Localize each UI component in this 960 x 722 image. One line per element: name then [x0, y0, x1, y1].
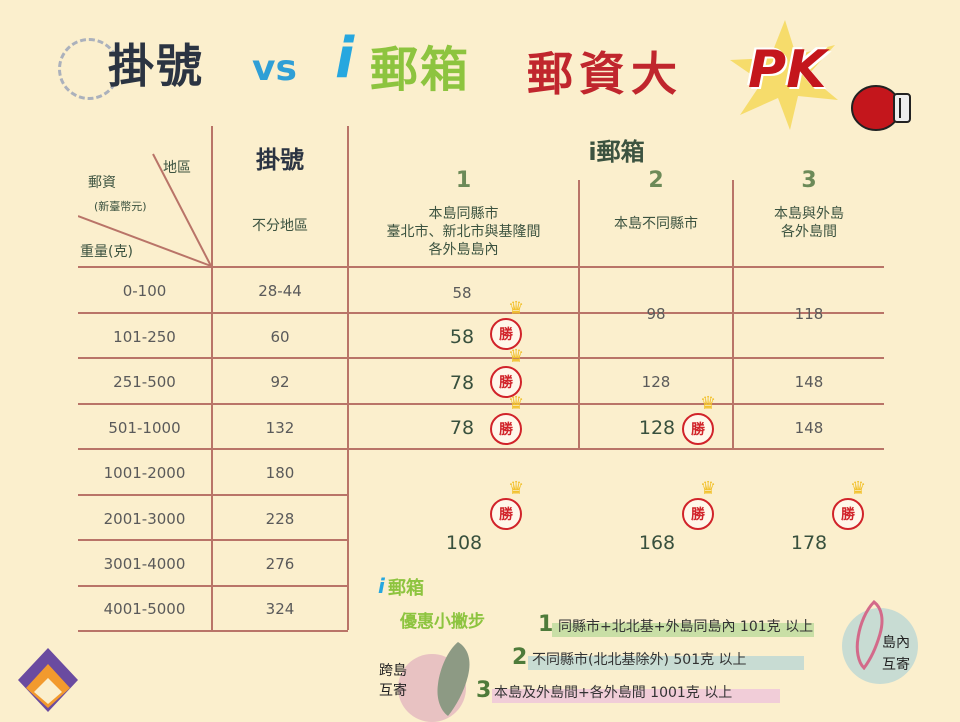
registered-cell: 132	[265, 419, 295, 437]
axis-currency: (新臺幣元)	[94, 200, 147, 213]
title-rate: 郵資大	[527, 47, 683, 101]
weight-cell: 0-100	[122, 282, 167, 300]
weight-cell: 2001-3000	[103, 510, 186, 528]
tip3-number: 3	[476, 678, 492, 703]
zone2-number: 2	[648, 168, 664, 193]
weight-cell: 1001-2000	[103, 464, 186, 482]
zone2-rate-0-250: 98	[646, 305, 666, 323]
zone1-rate-1001-5000: 108	[445, 532, 483, 554]
crown-icon: ♛	[508, 346, 525, 367]
same-island-l2: 互寄	[882, 657, 910, 673]
tip2-text: 不同縣市(北北基除外) 501克 以上	[532, 652, 747, 668]
weight-cell: 101-250	[113, 328, 176, 346]
tips-brand-i: i	[378, 574, 385, 598]
win-badge: 勝	[490, 498, 522, 530]
zone2-label-1: 本島不同縣市	[614, 216, 698, 232]
crown-icon: ♛	[850, 478, 867, 499]
zone1-number: 1	[455, 168, 472, 193]
weight-cell: 501-1000	[108, 419, 181, 437]
crown-icon: ♛	[508, 298, 525, 319]
title-registered: 掛號	[108, 39, 204, 93]
cross-island-l2: 互寄	[379, 683, 407, 699]
tip3-text: 本島及外島間+各外島間 1001克 以上	[494, 685, 733, 701]
zone1-rate-0-100: 58	[452, 284, 472, 302]
zone1-rate-101-250: 58	[449, 326, 475, 348]
zone1-rate-251-500: 78	[449, 372, 475, 394]
registered-cell: 180	[265, 464, 295, 482]
col-registered-sub: 不分地區	[252, 218, 308, 234]
tips-brand-text: 郵箱	[388, 578, 424, 599]
weight-cell: 3001-4000	[103, 555, 186, 573]
zone1-label-1: 本島同縣市	[428, 206, 499, 222]
col-ibox: i郵箱	[588, 138, 645, 166]
taiwan-map-icon	[428, 640, 478, 722]
post-logo-icon	[8, 640, 88, 718]
crown-icon: ♛	[700, 478, 717, 499]
col-registered: 掛號	[256, 146, 304, 174]
tip1-text: 同縣市+北北基+外島同島內 101克 以上	[558, 619, 814, 635]
registered-cell: 92	[270, 373, 290, 391]
same-island-l1: 島內	[882, 635, 910, 651]
zone3-rate-0-250: 118	[794, 305, 824, 323]
cross-island-l1: 跨島	[379, 663, 407, 679]
registered-cell: 276	[265, 555, 295, 573]
crown-icon: ♛	[508, 393, 525, 414]
axis-weight: 重量(克)	[80, 244, 133, 260]
zone3-label-2: 各外島間	[781, 224, 837, 240]
axis-rate: 郵資	[88, 175, 116, 191]
title-ibox-text: 郵箱	[370, 42, 471, 98]
tips-heading: 優惠小撇步	[400, 612, 485, 632]
weight-cell: 251-500	[113, 373, 176, 391]
registered-cell: 28-44	[258, 282, 302, 300]
zone3-rate-251-500: 148	[794, 373, 824, 391]
zone2-rate-501-1000: 128	[638, 417, 676, 439]
win-badge: 勝	[682, 498, 714, 530]
crown-icon: ♛	[508, 478, 525, 499]
title-pk: PK	[748, 40, 827, 100]
zone1-label-2: 臺北市、新北市與基隆間	[386, 224, 541, 240]
registered-cell: 60	[270, 328, 290, 346]
zone3-rate-501-1000: 148	[794, 419, 824, 437]
registered-cell: 324	[265, 600, 295, 618]
zone2-rate-251-500: 128	[641, 373, 671, 391]
zone3-label-1: 本島與外島	[774, 206, 844, 222]
tip1-number: 1	[538, 612, 554, 637]
weight-cell: 4001-5000	[103, 600, 186, 618]
title-ibox-i: i	[335, 26, 355, 91]
axis-region: 地區	[163, 160, 191, 176]
win-badge: 勝	[490, 413, 522, 445]
zone3-rate-1001-5000: 178	[790, 532, 828, 554]
zone3-number: 3	[801, 168, 817, 193]
boxing-glove-icon	[850, 82, 914, 138]
crown-icon: ♛	[700, 393, 717, 414]
zone2-rate-1001-5000: 168	[638, 532, 676, 554]
zone1-rate-501-1000: 78	[449, 417, 475, 439]
registered-cell: 228	[265, 510, 295, 528]
title-vs: vs	[252, 48, 297, 89]
zone1-label-3: 各外島島內	[428, 242, 499, 258]
win-badge: 勝	[832, 498, 864, 530]
tip2-number: 2	[512, 645, 528, 670]
win-badge: 勝	[682, 413, 714, 445]
